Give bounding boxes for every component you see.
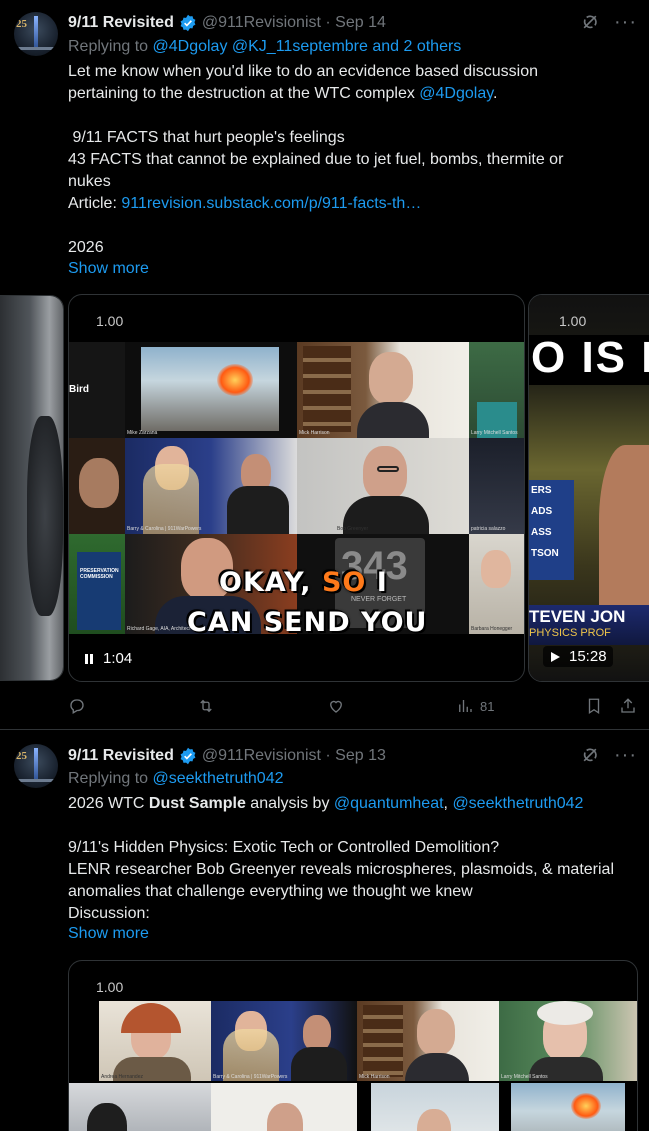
- grok-icon[interactable]: [580, 12, 600, 32]
- tweet-text: Let me know when you'd like to do an ecv…: [68, 63, 564, 256]
- retweet-button[interactable]: [197, 697, 215, 715]
- show-more-link[interactable]: Show more: [68, 260, 149, 278]
- video-player[interactable]: 1.00 Andrea Hernandez Barry & Carolina |…: [68, 960, 638, 1131]
- mention-link[interactable]: @seekthetruth042: [452, 795, 583, 812]
- video-tile: Barry & Carolina | 911WarPowers: [211, 1001, 357, 1081]
- tweet-actions: 81: [68, 694, 643, 718]
- reply-button[interactable]: [68, 697, 86, 715]
- tweet[interactable]: 25 9/11 Revisited @911Revisionist · Sep …: [0, 0, 649, 730]
- author-name[interactable]: 9/11 Revisited: [68, 14, 174, 32]
- playback-speed[interactable]: 1.00: [96, 313, 123, 329]
- author-avatar[interactable]: 25: [14, 744, 58, 788]
- verified-badge-icon[interactable]: [179, 747, 197, 765]
- video-tile: patricia salazzo: [469, 438, 524, 534]
- verified-badge-icon[interactable]: [179, 14, 197, 32]
- author-handle[interactable]: @911Revisionist: [202, 747, 321, 765]
- video-duration: 1:04: [103, 650, 133, 667]
- tweet-text: 2026 WTC Dust Sample analysis by @quantu…: [68, 795, 614, 922]
- grok-icon[interactable]: [580, 745, 600, 765]
- pause-icon[interactable]: [83, 653, 95, 665]
- mention-link[interactable]: @4Dgolay: [419, 85, 493, 102]
- mention-link[interactable]: @quantumheat: [334, 795, 444, 812]
- share-button[interactable]: [619, 697, 637, 715]
- video-tile: Mike Zarzana: [125, 342, 297, 438]
- more-icon[interactable]: ···: [614, 745, 637, 765]
- like-button[interactable]: [327, 697, 345, 715]
- tweet-header: 9/11 Revisited @911Revisionist · Sep 13: [68, 747, 386, 765]
- views-icon: [459, 700, 472, 712]
- video-tile: Larry Mitchell Santos: [469, 342, 524, 438]
- video-caption-line2: CAN SEND YOU: [187, 607, 428, 638]
- reply-icon: [70, 699, 84, 714]
- tweet-date[interactable]: Sep 13: [335, 747, 386, 765]
- tweet[interactable]: 25 9/11 Revisited @911Revisionist · Sep …: [0, 731, 649, 1131]
- bookmark-button[interactable]: [585, 697, 603, 715]
- bookmark-icon: [588, 698, 600, 715]
- video-tile: Mick Harrison: [357, 1001, 499, 1081]
- video-tile: Andrea Hernandez: [99, 1001, 211, 1081]
- media-item-next[interactable]: O IS I 1.00 ERS ADS ASS TSON TEVEN JON P…: [528, 294, 649, 682]
- video-tile: Bob Greenyer: [297, 438, 469, 534]
- replying-to: Replying to @4Dgolay @KJ_11septembre and…: [68, 38, 462, 55]
- replying-to-mentions[interactable]: @seekthetruth042: [153, 770, 284, 787]
- like-icon: [330, 700, 342, 713]
- retweet-icon: [200, 699, 212, 713]
- author-avatar[interactable]: 25: [14, 12, 58, 56]
- views-button[interactable]: 81: [456, 697, 494, 715]
- media-item-previous[interactable]: [0, 295, 64, 681]
- video-tile: Larry Mitchell Santos: [499, 1001, 637, 1081]
- header-actions: ···: [580, 12, 637, 32]
- views-count: 81: [480, 698, 495, 714]
- more-icon[interactable]: ···: [614, 12, 637, 32]
- video-caption: OKAY, SO I: [219, 567, 388, 598]
- video-tile: PRESERVATION COMMISSION: [69, 534, 125, 634]
- replying-to-mentions[interactable]: @4Dgolay @KJ_11septembre and 2 others: [153, 38, 462, 55]
- show-more-link[interactable]: Show more: [68, 925, 149, 943]
- share-icon: [621, 698, 635, 713]
- tweet-date[interactable]: Sep 14: [335, 14, 386, 32]
- playback-speed[interactable]: 1.00: [96, 979, 123, 995]
- video-tile: Barry & Carolina | 911WarPowers: [125, 438, 297, 534]
- article-link[interactable]: 911revision.substack.com/p/911-facts-th…: [121, 195, 421, 212]
- video-tile: Mick Harrison: [297, 342, 469, 438]
- video-player[interactable]: 1.00 Bird Mike Zarzana Mick Harrison Lar…: [68, 294, 525, 682]
- author-name[interactable]: 9/11 Revisited: [68, 747, 174, 765]
- video-tile: Barbara Honegger: [469, 534, 524, 634]
- play-icon[interactable]: [549, 651, 561, 663]
- author-handle[interactable]: @911Revisionist: [202, 14, 321, 32]
- tweet-header: 9/11 Revisited @911Revisionist · Sep 14: [68, 14, 386, 32]
- header-actions: ···: [580, 745, 637, 765]
- video-duration: 15:28: [569, 648, 607, 665]
- replying-to: Replying to @seekthetruth042: [68, 770, 284, 787]
- video-controls: 1:04: [83, 650, 132, 667]
